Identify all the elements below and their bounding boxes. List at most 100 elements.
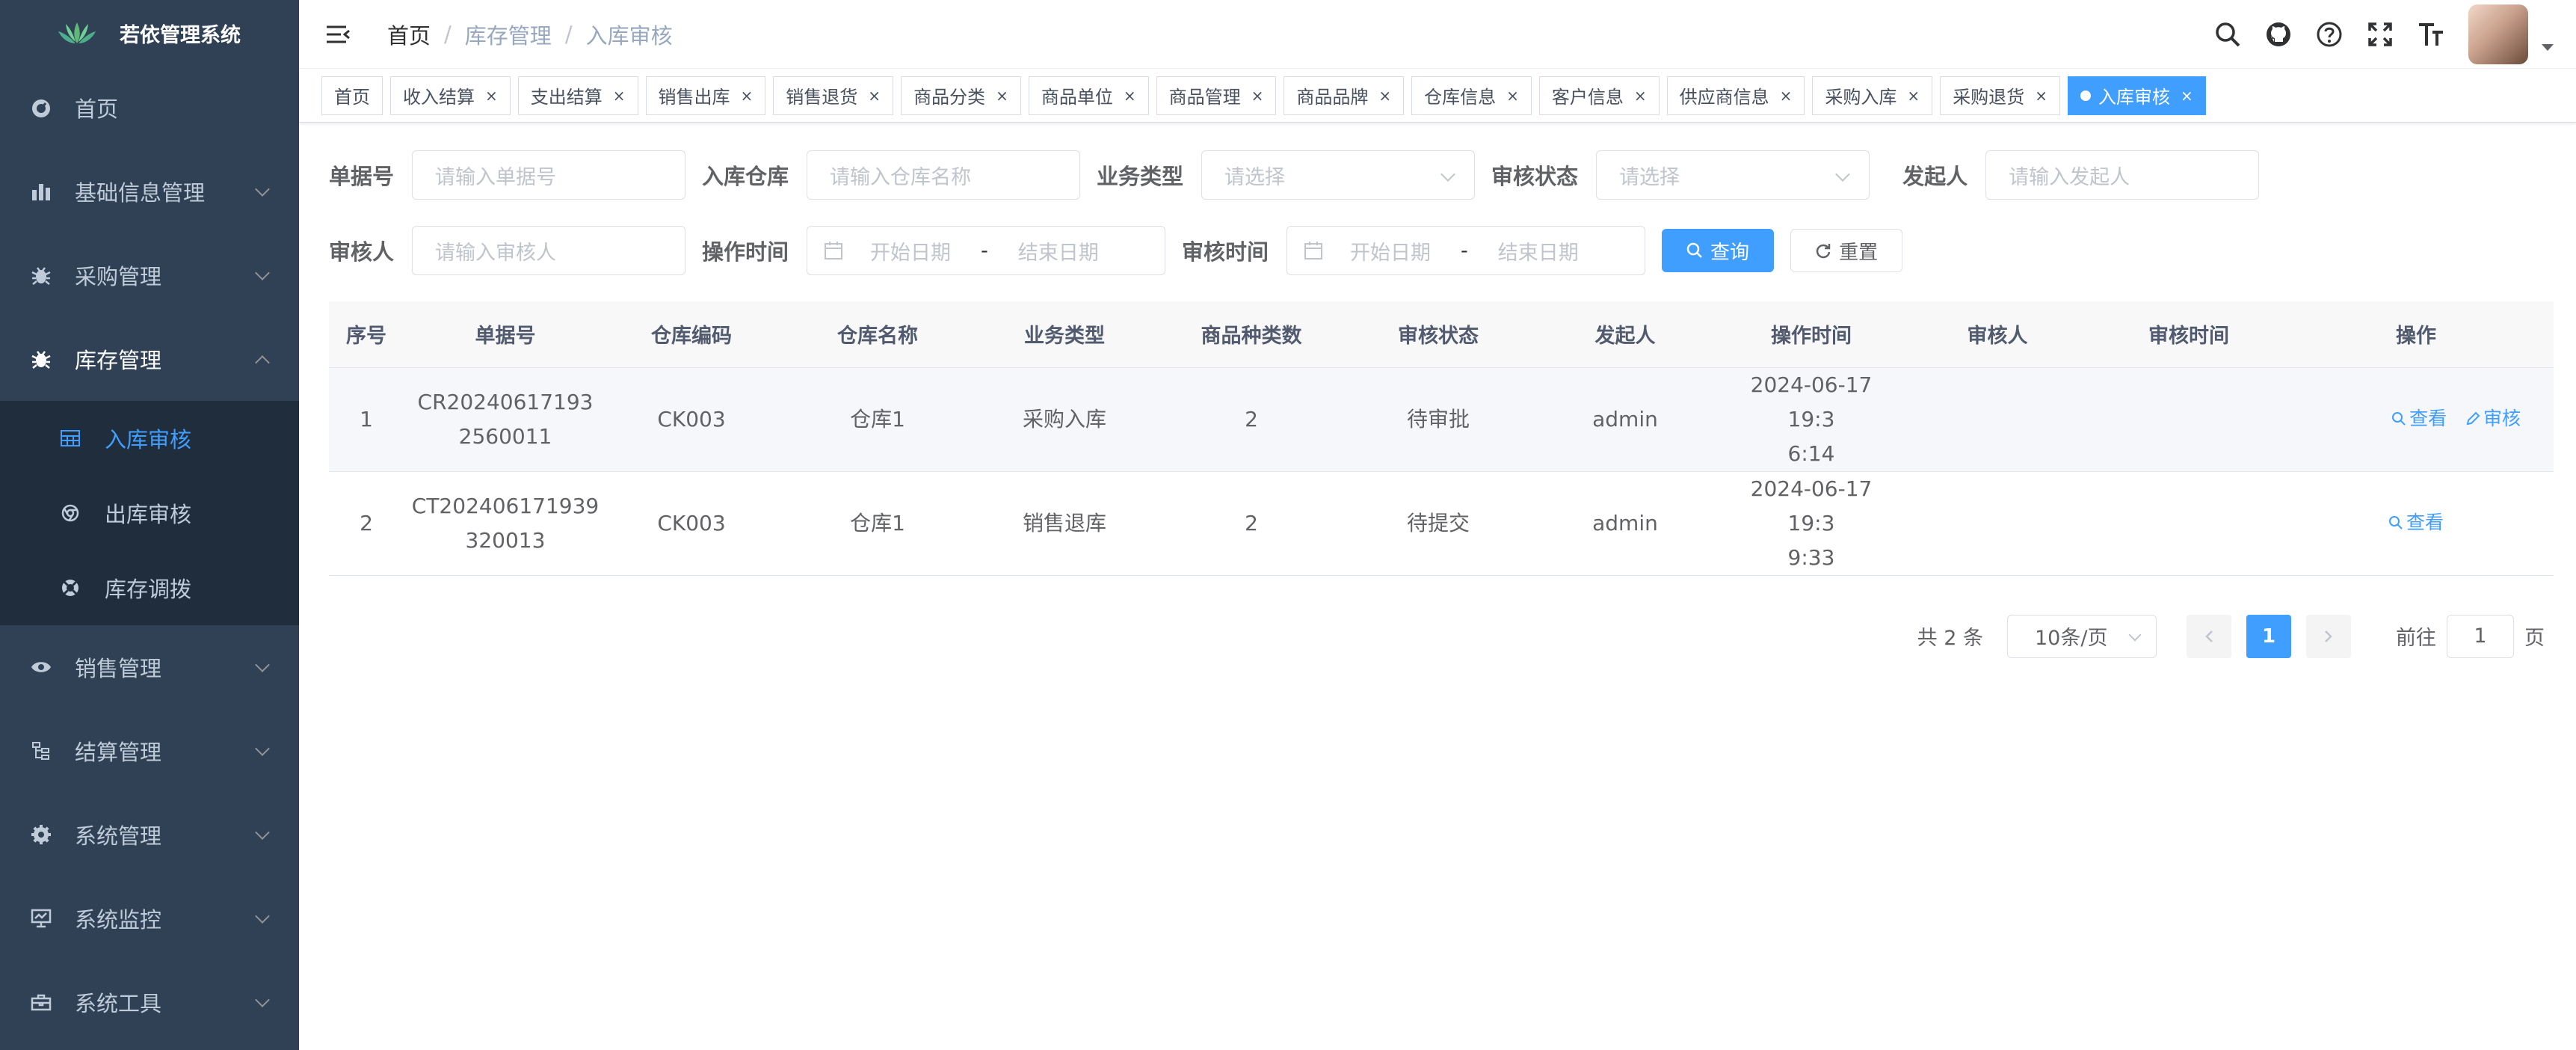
tag-label: 商品分类 — [913, 87, 986, 108]
sidebar-item-outbound-audit[interactable]: 出库审核 — [0, 476, 299, 550]
op-time-start[interactable]: 开始日期 — [870, 236, 951, 265]
op-time-end[interactable]: 结束日期 — [1018, 236, 1099, 265]
audit-time-end[interactable]: 结束日期 — [1498, 236, 1579, 265]
sidebar-item-home[interactable]: 首页 — [0, 66, 299, 150]
page-size-select[interactable]: 10条/页 — [2007, 614, 2157, 658]
tag-label: 商品单位 — [1041, 87, 1113, 108]
eye-icon — [30, 656, 52, 678]
table-row[interactable]: 2 CT202406171939 320013 CK003 仓库1 销售退库 2 … — [329, 471, 2554, 576]
tag-label: 销售出库 — [658, 87, 730, 108]
audit-time-range[interactable]: 开始日期 - 结束日期 — [1287, 226, 1646, 275]
close-icon[interactable]: × — [1907, 87, 1920, 105]
bug-icon — [30, 348, 52, 370]
audit-status-select[interactable]: 请选择 — [1596, 150, 1870, 200]
close-icon[interactable]: × — [1124, 87, 1136, 105]
auditor-input[interactable]: 请输入审核人 — [412, 226, 686, 275]
audit-time-start[interactable]: 开始日期 — [1350, 236, 1431, 265]
sidebar-item-inventory[interactable]: 库存管理 — [0, 317, 299, 401]
tag-label: 供应商信息 — [1679, 87, 1769, 108]
cell-status: 待审批 — [1353, 367, 1523, 472]
close-icon[interactable]: × — [741, 87, 754, 105]
tag-label: 首页 — [334, 87, 370, 108]
goto-label: 前往 — [2396, 627, 2436, 650]
close-icon[interactable]: × — [2035, 87, 2047, 105]
tag-expense-settlement[interactable]: 支出结算 × — [517, 76, 638, 115]
tag-warehouse-info[interactable]: 仓库信息 × — [1411, 76, 1532, 115]
tag-home[interactable]: 首页 — [321, 76, 383, 115]
hamburger-icon[interactable] — [324, 21, 351, 48]
column-header: 单据号 — [404, 301, 607, 368]
tag-label: 客户信息 — [1551, 87, 1624, 108]
close-icon[interactable]: × — [1780, 87, 1793, 105]
audit-link[interactable]: 审核 — [2465, 402, 2521, 436]
prev-page-button[interactable] — [2187, 614, 2231, 658]
next-page-button[interactable] — [2306, 614, 2351, 658]
sidebar-item-tools[interactable]: 系统工具 — [0, 960, 299, 1044]
close-icon[interactable]: × — [485, 87, 498, 105]
tag-purchase-inbound[interactable]: 采购入库 × — [1812, 76, 1933, 115]
sidebar-item-settlement[interactable]: 结算管理 — [0, 709, 299, 793]
sidebar-item-label: 出库审核 — [105, 502, 192, 527]
page-button[interactable]: 1 — [2246, 614, 2291, 658]
chart-icon — [30, 180, 52, 203]
warehouse-input[interactable]: 请输入仓库名称 — [807, 150, 1081, 200]
initiator-input[interactable]: 请输入发起人 — [1985, 150, 2260, 200]
fullscreen-icon[interactable] — [2355, 0, 2406, 69]
close-icon[interactable]: × — [613, 87, 626, 105]
close-icon[interactable]: × — [996, 87, 1008, 105]
sidebar-item-monitor[interactable]: 系统监控 — [0, 876, 299, 960]
close-icon[interactable]: × — [868, 87, 881, 105]
cell-auditor — [1896, 471, 2099, 576]
close-icon[interactable]: × — [1378, 87, 1391, 105]
query-button[interactable]: 查询 — [1662, 229, 1775, 272]
biz-type-select[interactable]: 请选择 — [1201, 150, 1476, 200]
search-icon[interactable] — [2202, 0, 2253, 69]
tag-product-manage[interactable]: 商品管理 × — [1156, 76, 1277, 115]
tag-supplier-info[interactable]: 供应商信息 × — [1666, 76, 1805, 115]
audit-link-label: 审核 — [2483, 408, 2521, 429]
view-link[interactable]: 查看 — [2388, 506, 2444, 540]
app-title: 若依管理系统 — [120, 23, 241, 47]
breadcrumb-home[interactable]: 首页 — [387, 19, 431, 50]
cell-wh-name: 仓库1 — [776, 367, 979, 472]
avatar[interactable] — [2468, 4, 2528, 64]
tag-product-brand[interactable]: 商品品牌 × — [1284, 76, 1405, 115]
tag-product-category[interactable]: 商品分类 × — [901, 76, 1021, 115]
sidebar-item-basic-info[interactable]: 基础信息管理 — [0, 150, 299, 233]
audit-table: 序号 单据号 仓库编码 仓库名称 业务类型 商品种类数 审核状态 发起人 操作时… — [329, 301, 2554, 576]
tag-sales-outbound[interactable]: 销售出库 × — [645, 76, 766, 115]
font-size-icon[interactable] — [2406, 0, 2456, 69]
view-link[interactable]: 查看 — [2391, 402, 2447, 436]
caret-down-icon[interactable] — [2542, 43, 2554, 51]
logo[interactable]: 若依管理系统 — [0, 0, 299, 66]
tag-customer-info[interactable]: 客户信息 × — [1538, 76, 1660, 115]
chevron-down-icon — [255, 657, 270, 672]
sidebar-item-inbound-audit[interactable]: 入库审核 — [0, 401, 299, 476]
tag-inbound-audit[interactable]: 入库审核 × — [2067, 76, 2206, 115]
tag-product-unit[interactable]: 商品单位 × — [1028, 76, 1149, 115]
github-icon[interactable] — [2253, 0, 2304, 69]
op-time-range[interactable]: 开始日期 - 结束日期 — [807, 226, 1166, 275]
op-time-line: 2024-06-17 19:3 — [1750, 372, 1873, 432]
sidebar-item-sales[interactable]: 销售管理 — [0, 625, 299, 709]
table-row[interactable]: 1 CR20240617193 2560011 CK003 仓库1 采购入库 2 … — [329, 367, 2554, 472]
goto-page-input[interactable]: 1 — [2447, 614, 2514, 658]
chevron-right-icon — [2325, 630, 2332, 642]
goto-page: 前往 1 页 — [2396, 614, 2554, 658]
sidebar-item-transfer[interactable]: 库存调拨 — [0, 550, 299, 625]
close-icon[interactable]: × — [2181, 87, 2193, 105]
close-icon[interactable]: × — [1506, 87, 1519, 105]
close-icon[interactable]: × — [1634, 87, 1647, 105]
help-icon[interactable] — [2304, 0, 2355, 69]
tag-purchase-return[interactable]: 采购退货 × — [1940, 76, 2060, 115]
bill-no-label: 单据号 — [329, 164, 395, 189]
bill-no-input[interactable]: 请输入单据号 — [412, 150, 686, 200]
sidebar-item-system[interactable]: 系统管理 — [0, 793, 299, 876]
calendar-icon — [1304, 242, 1323, 260]
sidebar-item-purchase[interactable]: 采购管理 — [0, 233, 299, 317]
tag-sales-return[interactable]: 销售退货 × — [773, 76, 894, 115]
close-icon[interactable]: × — [1251, 87, 1264, 105]
view-link-label: 查看 — [2409, 408, 2447, 429]
tag-income-settlement[interactable]: 收入结算 × — [390, 76, 511, 115]
reset-button[interactable]: 重置 — [1790, 229, 1903, 272]
